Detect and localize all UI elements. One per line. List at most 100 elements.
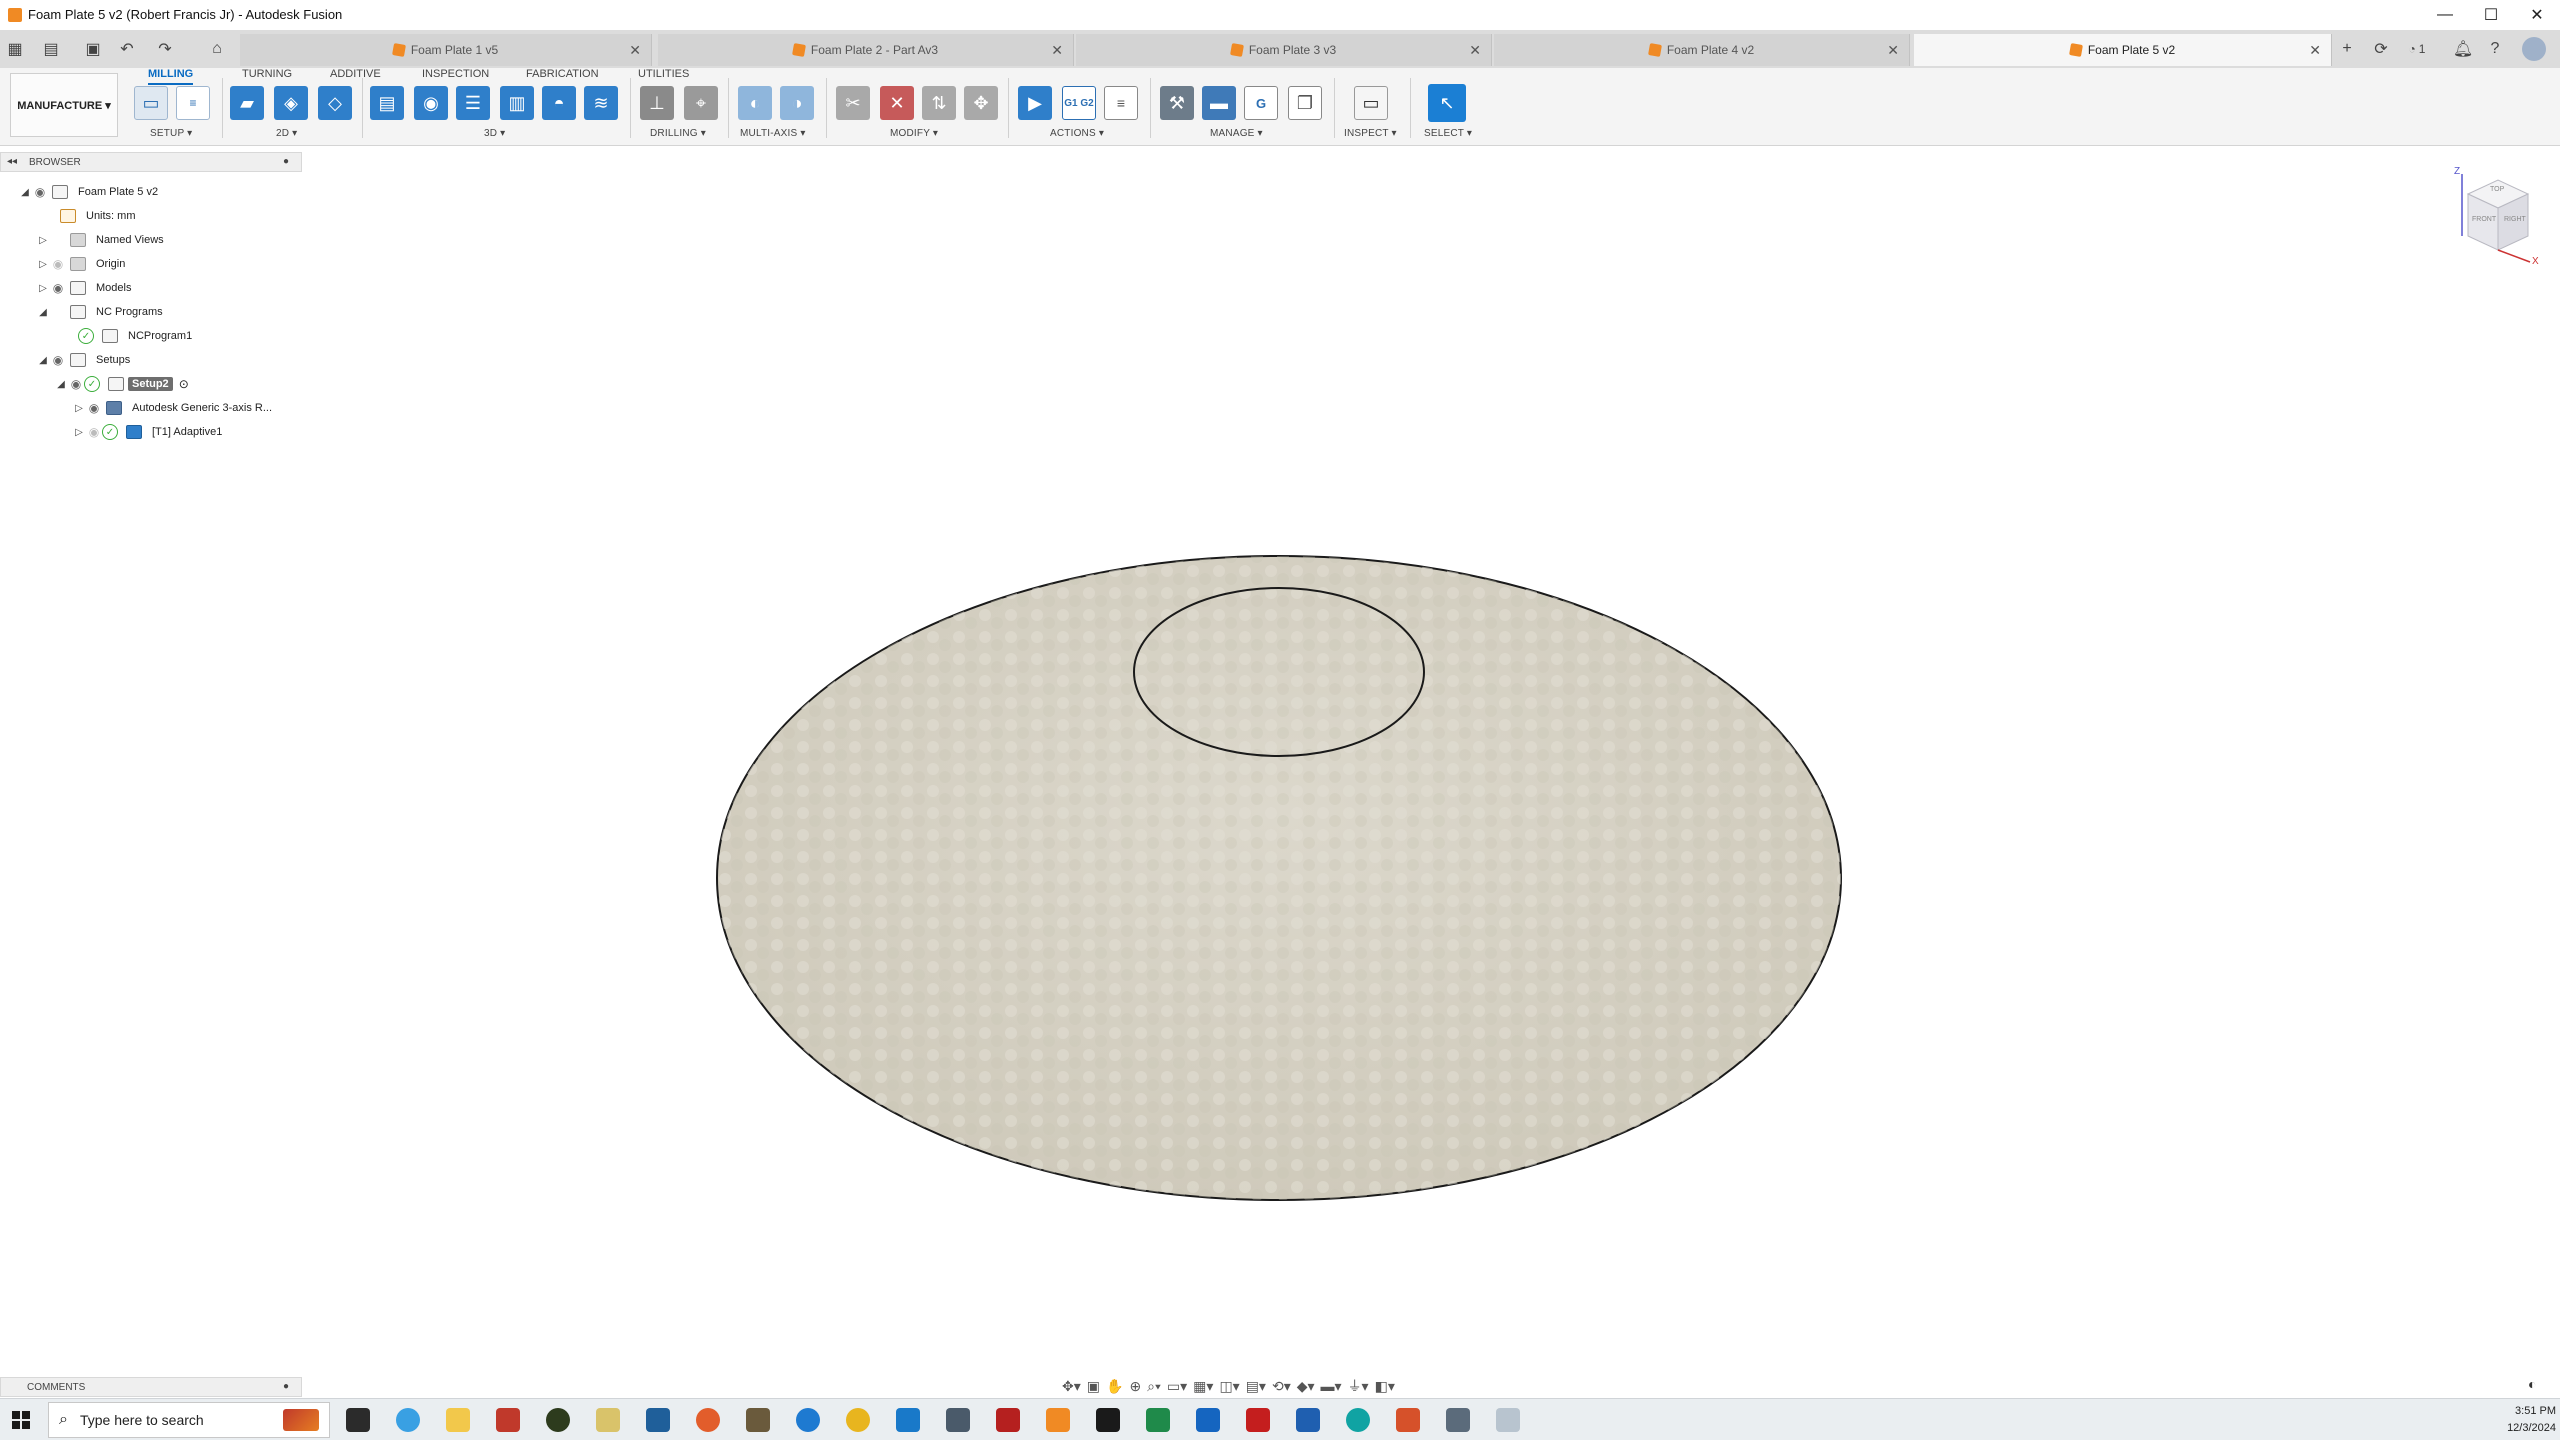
tab-inspection[interactable]: INSPECTION [422, 68, 489, 80]
select-icon[interactable]: ↖ [1428, 84, 1466, 122]
activate-radio-icon[interactable]: ⊙ [179, 377, 189, 391]
excel-icon[interactable] [1146, 1408, 1170, 1432]
redo-icon[interactable]: ↷ [152, 36, 178, 62]
minimize-button[interactable]: — [2422, 0, 2468, 30]
hidden-eye-icon[interactable]: ◉ [50, 257, 66, 271]
app-c-icon[interactable] [1296, 1408, 1320, 1432]
user-avatar[interactable] [2522, 37, 2546, 61]
viewcube-top-label[interactable]: TOP [2490, 186, 2504, 193]
acrobat-icon[interactable] [1246, 1408, 1270, 1432]
copilot-icon[interactable] [396, 1408, 420, 1432]
machine-library-icon[interactable]: ▬ [1202, 86, 1236, 120]
close-window-button[interactable]: ✕ [2514, 0, 2560, 30]
3d-parallel-icon[interactable]: ▥ [500, 86, 534, 120]
taskbar-search-box[interactable]: ⌕ Type here to search [48, 1402, 330, 1438]
tree-item-models[interactable]: ▷ ◉ Models [0, 276, 302, 300]
home-icon[interactable]: ⌂ [204, 36, 230, 62]
canvas-viewport[interactable] [302, 146, 2560, 1372]
chrome-icon[interactable] [846, 1408, 870, 1432]
collapse-panel-icon[interactable]: ◂◂ [7, 156, 17, 167]
group-inspect[interactable]: INSPECT ▾ [1344, 128, 1397, 139]
nc-program-icon[interactable]: ≡ [176, 86, 210, 120]
expanded-icon[interactable]: ◢ [36, 307, 50, 318]
tree-item-document[interactable]: ◢ ◉ Foam Plate 5 v2 [0, 180, 302, 204]
expanded-icon[interactable]: ◢ [18, 187, 32, 198]
app-tool-icon[interactable] [746, 1408, 770, 1432]
trim-toolpath-icon[interactable]: ✂ [836, 86, 870, 120]
tab-foam-plate-3[interactable]: Foam Plate 3 v3 ✕ [1076, 34, 1492, 66]
collapsed-icon[interactable]: ▷ [36, 259, 50, 270]
close-tab-icon[interactable]: ✕ [1887, 42, 1899, 59]
tab-foam-plate-4[interactable]: Foam Plate 4 v2 ✕ [1494, 34, 1910, 66]
notifications-icon[interactable]: 🔔︎ [2450, 36, 2476, 62]
tree-item-units[interactable]: Units: mm [0, 204, 302, 228]
app-film-icon[interactable] [1096, 1408, 1120, 1432]
save-icon[interactable]: ▣ [80, 36, 106, 62]
visibility-eye-icon[interactable]: ◉ [32, 185, 48, 199]
group-select[interactable]: SELECT ▾ [1424, 128, 1472, 139]
tree-item-nc-programs[interactable]: ◢ NC Programs [0, 300, 302, 324]
fusion-icon[interactable] [1046, 1408, 1070, 1432]
tab-foam-plate-5[interactable]: Foam Plate 5 v2 ✕ [1914, 34, 2332, 66]
stock-display-icon[interactable]: ◆▾ [1297, 1378, 1315, 1395]
expanded-icon[interactable]: ◢ [36, 355, 50, 366]
3d-steep-shallow-icon[interactable]: ☰ [456, 86, 490, 120]
viewports-icon[interactable]: ◫▾ [1219, 1378, 1239, 1395]
group-setup[interactable]: SETUP ▾ [150, 128, 192, 139]
collapsed-icon[interactable]: ▷ [36, 235, 50, 246]
tab-fabrication[interactable]: FABRICATION [526, 68, 599, 80]
face-icon[interactable]: ◇ [318, 86, 352, 120]
job-status-icon[interactable]: ◔ 1 [2400, 36, 2434, 62]
filter-icon[interactable]: ⏚▾ [1348, 1376, 1369, 1396]
post-process-icon[interactable]: G1 G2 [1062, 86, 1096, 120]
visibility-eye-icon[interactable]: ◉ [50, 281, 66, 295]
tree-item-setup2[interactable]: ◢ ◉ ✓ Setup2 ⊙ [0, 372, 302, 396]
new-tab-icon[interactable]: + [2334, 36, 2360, 62]
maximize-button[interactable]: ☐ [2468, 0, 2514, 30]
tab-utilities[interactable]: UTILITIES [638, 68, 689, 80]
delete-toolpath-icon[interactable]: ✕ [880, 86, 914, 120]
machine-display-icon[interactable]: ◧▾ [1375, 1378, 1395, 1395]
tree-item-named-views[interactable]: ▷ Named Views [0, 228, 302, 252]
tab-foam-plate-1[interactable]: Foam Plate 1 v5 ✕ [240, 34, 652, 66]
tree-item-ncprogram1[interactable]: ✓ NCProgram1 [0, 324, 302, 348]
collapsed-icon[interactable]: ▷ [72, 403, 86, 414]
arduino-icon[interactable] [1346, 1408, 1370, 1432]
group-modify[interactable]: MODIFY ▾ [890, 128, 938, 139]
measure-icon[interactable]: ▭ [1354, 86, 1388, 120]
3d-scallop-icon[interactable]: ◓ [542, 86, 576, 120]
app-disc-icon[interactable] [546, 1408, 570, 1432]
group-2d[interactable]: 2D ▾ [276, 128, 297, 139]
collapsed-icon[interactable]: ▷ [72, 427, 86, 438]
viewcube-front-label[interactable]: FRONT [2472, 216, 2496, 223]
simulate-icon[interactable]: ▶ [1018, 86, 1052, 120]
collapsed-icon[interactable]: ▷ [36, 283, 50, 294]
workspace-switcher[interactable]: MANUFACTURE ▾ [10, 73, 118, 137]
file-menu-icon[interactable]: ▤ [38, 36, 64, 62]
multi-axis-contour-icon[interactable]: ◐ [738, 86, 772, 120]
model-canvas[interactable] [302, 146, 2560, 1372]
app-misc-icon[interactable] [1496, 1408, 1520, 1432]
drill-icon[interactable]: ⊥ [640, 86, 674, 120]
pan-icon[interactable]: ✋ [1106, 1378, 1123, 1395]
windows-start-icon[interactable] [12, 1411, 30, 1429]
help-icon[interactable]: ? [2482, 36, 2508, 62]
app-notes-icon[interactable] [596, 1408, 620, 1432]
hidden-eye-icon[interactable]: ◉ [86, 425, 102, 439]
new-setup-icon[interactable]: ▭ [134, 86, 168, 120]
expanded-icon[interactable]: ◢ [54, 379, 68, 390]
app-grid-icon[interactable]: ▦ [2, 36, 28, 62]
2d-pocket-icon[interactable]: ◈ [274, 86, 308, 120]
orbit-icon[interactable]: ✥▾ [1062, 1378, 1081, 1395]
app-cube-icon[interactable] [646, 1408, 670, 1432]
3d-pocket-icon[interactable]: ◉ [414, 86, 448, 120]
view-cube[interactable]: TOP FRONT RIGHT Z X [2440, 166, 2544, 270]
extensions-icon[interactable]: ⟳ [2368, 36, 2394, 62]
app-doc-icon[interactable] [1396, 1408, 1420, 1432]
grid-settings-icon[interactable]: ▦▾ [1193, 1378, 1213, 1395]
group-manage[interactable]: MANAGE ▾ [1210, 128, 1263, 139]
group-multi-axis[interactable]: MULTI-AXIS ▾ [740, 128, 806, 139]
3d-adaptive-icon[interactable]: ▤ [370, 86, 404, 120]
close-tab-icon[interactable]: ✕ [1469, 42, 1481, 59]
close-tab-icon[interactable]: ✕ [629, 42, 641, 59]
